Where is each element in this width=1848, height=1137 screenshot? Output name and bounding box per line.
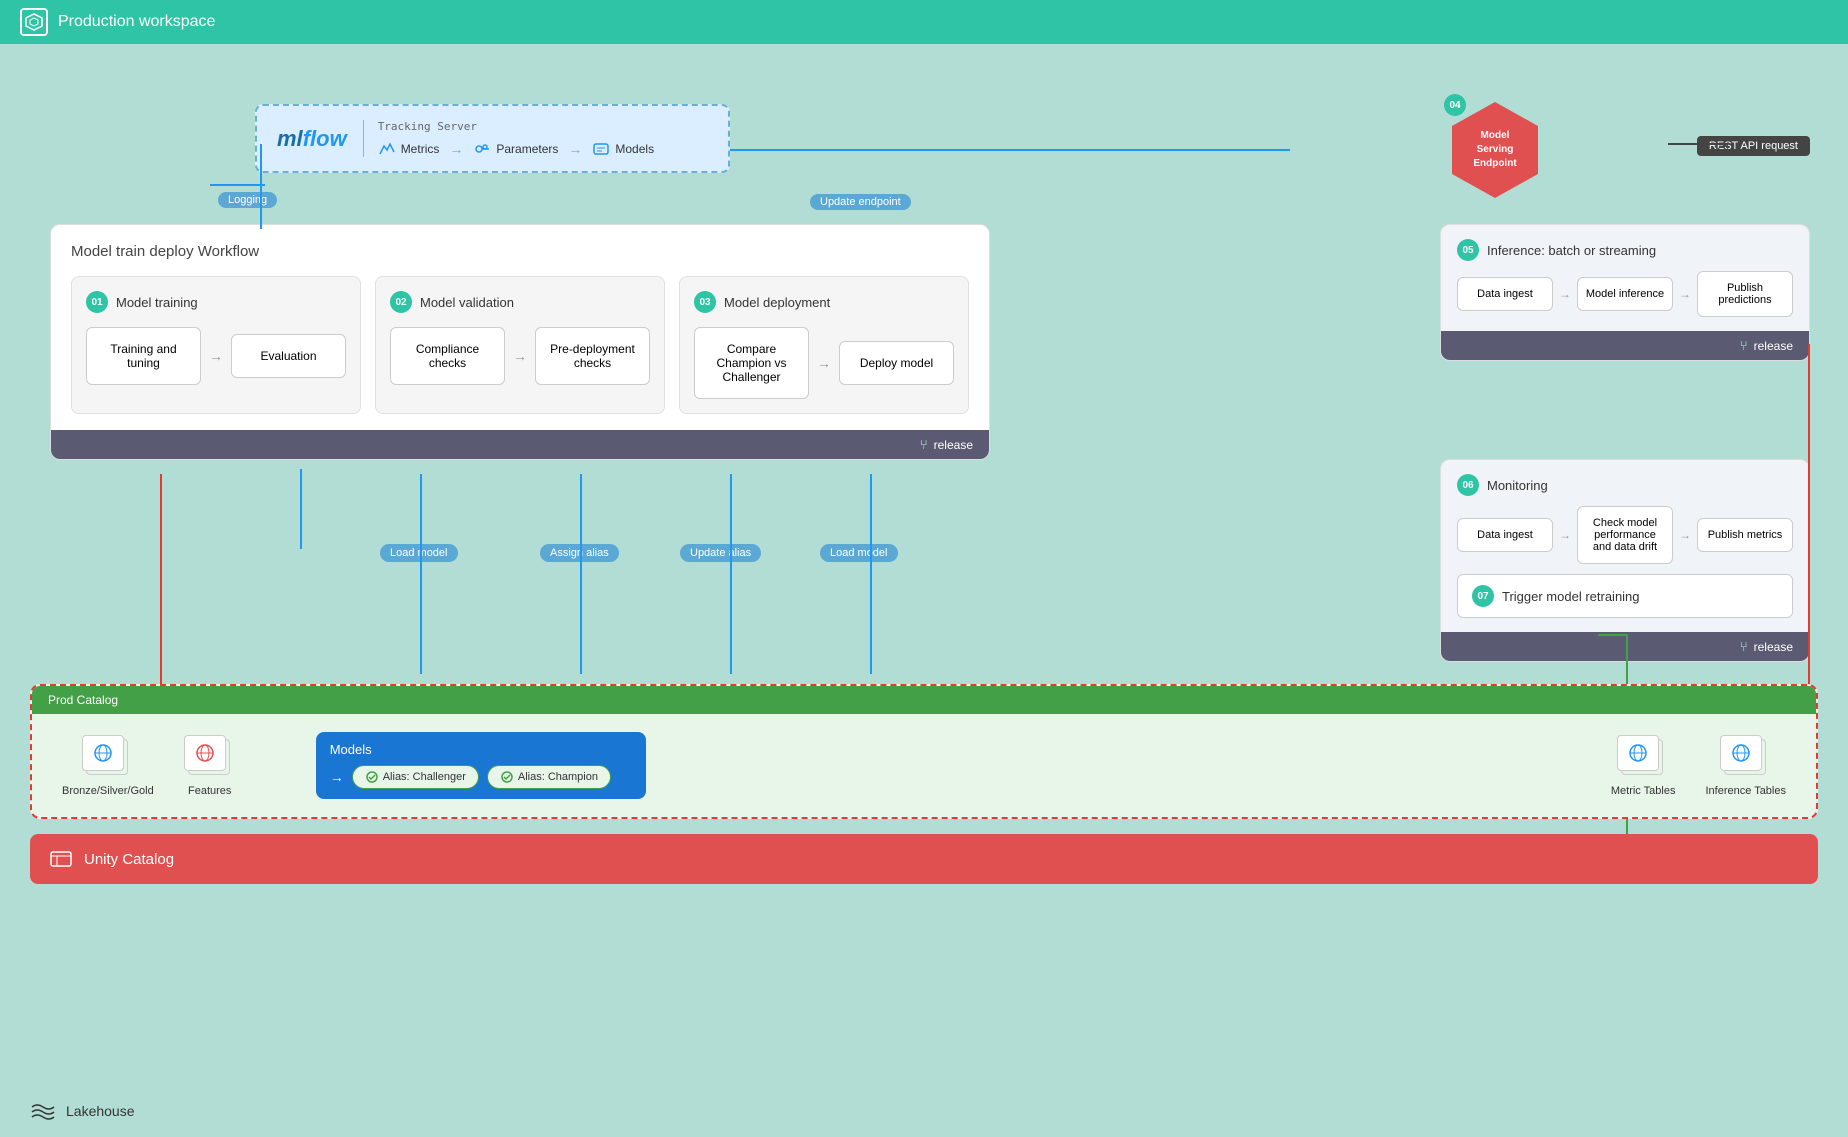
catalog-item-inference-tables: Inference Tables: [1705, 735, 1786, 797]
inference-box: 05 Inference: batch or streaming Data in…: [1440, 224, 1810, 361]
stage-num-3: 03: [694, 291, 716, 313]
load-model-badge-2: Load model: [820, 544, 898, 562]
stage-item-compliance: Compliance checks: [390, 327, 505, 385]
stage-item-training: Training and tuning: [86, 327, 201, 385]
stage-2: 02 Model validation Compliance checks → …: [375, 276, 665, 414]
workflow-box: Model train deploy Workflow 01 Model tra…: [50, 224, 990, 460]
inference-release-bar: ⑂ release: [1441, 331, 1809, 360]
monitoring-item-1: Data ingest: [1457, 518, 1553, 552]
mlflow-parameters: Parameters: [473, 142, 558, 156]
stage-3: 03 Model deployment Compare Champion vs …: [679, 276, 969, 414]
mlflow-metrics: Metrics: [378, 142, 440, 156]
model-serving-container: 04 ModelServingEndpoint: [1452, 102, 1538, 198]
monitoring-num: 06: [1457, 474, 1479, 496]
stage-num-2: 02: [390, 291, 412, 313]
blue-h-to-serving: [730, 149, 1290, 151]
hexagon-shape: ModelServingEndpoint: [1452, 102, 1538, 198]
lakehouse-bar: Lakehouse: [30, 1101, 135, 1121]
workflow-release-bar: ⑂ release: [51, 430, 989, 459]
blue-line-assign: [580, 474, 582, 674]
app-icon: [20, 8, 48, 36]
rest-arrow-head: ◁: [1717, 139, 1728, 156]
monitoring-box: 06 Monitoring Data ingest → Check model …: [1440, 459, 1810, 662]
catalog-section: Prod Catalog Bronze/Silver/Gold: [30, 684, 1818, 819]
green-h-conn: [1598, 634, 1628, 636]
alias-challenger: Alias: Challenger: [352, 765, 479, 789]
stage-item-deploy: Deploy model: [839, 341, 954, 385]
inference-item-1: Data ingest: [1457, 277, 1553, 311]
logging-badge: Logging: [218, 192, 277, 208]
stage-title-3: Model deployment: [724, 295, 830, 310]
top-bar: Production workspace: [0, 0, 1848, 44]
models-box: Models → Alias: Challenger Alias: Champi…: [316, 732, 646, 799]
alias-champion: Alias: Champion: [487, 765, 611, 789]
update-alias-badge: Update alias: [680, 544, 761, 562]
inference-item-2: Model inference: [1577, 277, 1673, 311]
blue-line-update: [730, 474, 732, 674]
tracking-server-label: Tracking Server: [378, 120, 654, 133]
inference-tables-label: Inference Tables: [1705, 785, 1786, 797]
catalog-item-features: Features: [184, 735, 236, 797]
unity-catalog-bar: Unity Catalog: [30, 834, 1818, 884]
lakehouse-label: Lakehouse: [66, 1103, 135, 1119]
trigger-box: 07 Trigger model retraining: [1457, 574, 1793, 618]
stage-1: 01 Model training Training and tuning → …: [71, 276, 361, 414]
serving-num: 04: [1444, 94, 1466, 116]
catalog-header: Prod Catalog: [32, 686, 1816, 714]
mlflow-box: mlflow Tracking Server Metrics → Paramet…: [255, 104, 730, 173]
update-endpoint-badge: Update endpoint: [810, 194, 911, 210]
workflow-release-label: release: [934, 438, 973, 452]
catalog-item-bronze: Bronze/Silver/Gold: [62, 735, 154, 797]
stage-item-evaluation: Evaluation: [231, 334, 346, 378]
monitoring-release-label: release: [1754, 640, 1793, 654]
inference-title: Inference: batch or streaming: [1487, 243, 1656, 258]
blue-h-mlflow: [210, 184, 265, 186]
load-model-badge-1: Load model: [380, 544, 458, 562]
trigger-num: 07: [1472, 585, 1494, 607]
blue-line-load-model: [420, 474, 422, 674]
inference-release-label: release: [1754, 339, 1793, 353]
rest-api-box: REST API request: [1697, 136, 1810, 156]
unity-catalog-label: Unity Catalog: [84, 851, 174, 868]
stage-item-predeployment: Pre-deployment checks: [535, 327, 650, 385]
stage-num-1: 01: [86, 291, 108, 313]
workflow-title: Model train deploy Workflow: [71, 243, 969, 260]
mlflow-models: Models: [592, 142, 654, 156]
monitoring-item-2: Check model performance and data drift: [1577, 506, 1673, 564]
mlflow-logo: mlflow: [277, 126, 347, 152]
blue-v-tracking: [260, 144, 262, 229]
workspace-title: Production workspace: [58, 13, 215, 31]
unity-icon: [50, 850, 72, 868]
trigger-label: Trigger model retraining: [1502, 589, 1640, 604]
bronze-label: Bronze/Silver/Gold: [62, 785, 154, 797]
metric-tables-label: Metric Tables: [1611, 785, 1676, 797]
features-label: Features: [188, 785, 231, 797]
stage-title-2: Model validation: [420, 295, 514, 310]
blue-line-load2: [870, 474, 872, 674]
catalog-item-metric-tables: Metric Tables: [1611, 735, 1676, 797]
monitoring-title: Monitoring: [1487, 478, 1548, 493]
lakehouse-icon: [30, 1101, 56, 1121]
inference-num: 05: [1457, 239, 1479, 261]
monitoring-item-3: Publish metrics: [1697, 518, 1793, 552]
stage-item-compare: Compare Champion vs Challenger: [694, 327, 809, 399]
serving-label: ModelServingEndpoint: [1465, 119, 1524, 181]
stage-title-1: Model training: [116, 295, 198, 310]
models-title: Models: [330, 742, 632, 757]
blue-v-1: [300, 469, 302, 549]
monitoring-release-bar: ⑂ release: [1441, 632, 1809, 661]
inference-item-3: Publish predictions: [1697, 271, 1793, 317]
